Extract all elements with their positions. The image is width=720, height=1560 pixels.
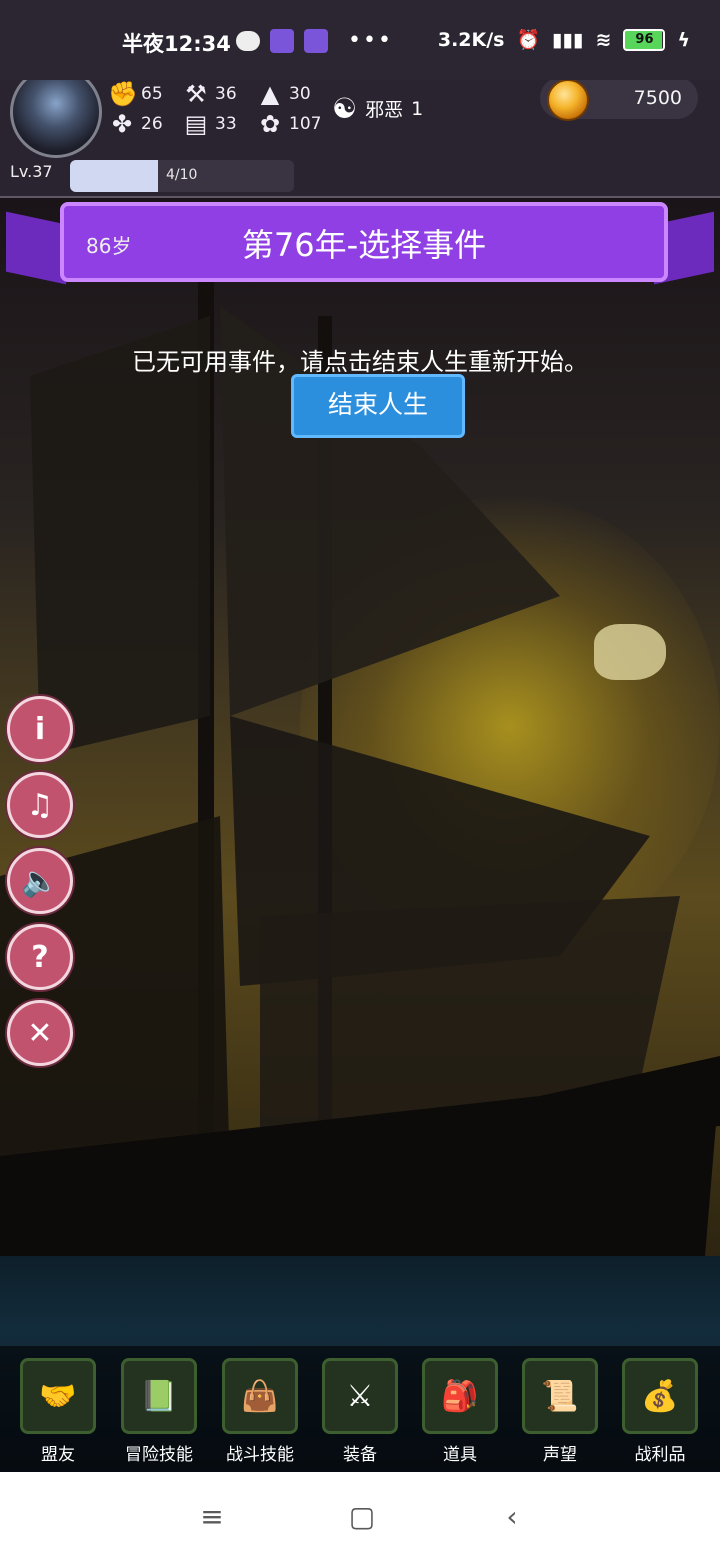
- yin-yang-icon: ☯: [332, 92, 358, 125]
- dock-item-equipment[interactable]: ⚔ 装备: [313, 1358, 407, 1465]
- status-bar: 半夜12:34 ••• 3.2K/s ⏰ ▮▮▮ ≋ 96 ϟ: [0, 0, 720, 80]
- dock-item-allies[interactable]: 🤝 盟友: [11, 1358, 105, 1465]
- alignment-value: 1: [411, 97, 424, 120]
- alignment: ☯ 邪恶 1: [332, 92, 423, 125]
- dock-item-reputation[interactable]: 📜 声望: [513, 1358, 607, 1465]
- dock-item-combat-skills[interactable]: 👜 战斗技能: [213, 1358, 307, 1465]
- wechat-icon: [236, 30, 260, 51]
- crossed-swords-icon: ⚔: [322, 1358, 398, 1434]
- dock-label: 盟友: [41, 1445, 75, 1465]
- stat-charm: ▤ 33: [182, 110, 237, 138]
- status-time: 半夜12:34: [122, 32, 231, 56]
- stat-strength-value: 65: [141, 84, 163, 104]
- ribbon-left: [6, 211, 66, 285]
- status-right: 3.2K/s ⏰ ▮▮▮ ≋ 96 ϟ: [438, 28, 690, 51]
- stat-intelligence: ⚒ 36: [182, 80, 237, 108]
- dock-item-loot[interactable]: 💰 战利品: [613, 1358, 707, 1465]
- stat-wisdom-value: 107: [289, 114, 322, 134]
- stat-magic-value: 30: [289, 84, 311, 104]
- music-note-icon: ♫: [26, 787, 54, 823]
- stat-wisdom: ✿ 107: [256, 110, 322, 138]
- more-dots-icon: •••: [348, 28, 393, 53]
- gold-coin-icon: [547, 79, 589, 121]
- coin-value: 7500: [633, 87, 682, 109]
- lotus-icon: ✿: [259, 110, 281, 138]
- xp-progress-bar: 4/10: [70, 160, 294, 192]
- dock-item-items[interactable]: 🎒 道具: [413, 1358, 507, 1465]
- no-events-message: 已无可用事件，请点击结束人生重新开始。: [132, 348, 588, 376]
- stat-charm-value: 33: [215, 114, 237, 134]
- dock-label: 装备: [343, 1445, 377, 1465]
- stat-intelligence-value: 36: [215, 84, 237, 104]
- wifi-icon: ≋: [595, 28, 612, 51]
- alarm-icon: ⏰: [516, 29, 541, 51]
- clover-icon: ✤: [111, 110, 133, 138]
- battery-icon: 96: [623, 28, 666, 51]
- app-notification-icon-2: [304, 28, 328, 53]
- hammer-icon: ⚒: [185, 80, 207, 108]
- stat-luck-value: 26: [141, 114, 163, 134]
- xp-fill: [70, 160, 158, 192]
- spellbook-icon: 📗: [121, 1358, 197, 1434]
- coin-balance: 7500: [540, 77, 698, 121]
- music-button[interactable]: ♫: [7, 772, 73, 838]
- charging-icon: ϟ: [677, 28, 690, 51]
- question-icon: ?: [31, 939, 49, 975]
- help-button[interactable]: ?: [7, 924, 73, 990]
- player-header: ✊ 65 ✤ 26 ⚒ 36 ▤ 33 ▲ 30 ✿ 107 ☯ 邪恶 1 75…: [0, 60, 720, 198]
- dock-label: 声望: [543, 1445, 577, 1465]
- fist-icon: ✊: [108, 80, 138, 108]
- menu-nav-button[interactable]: ≡: [192, 1502, 232, 1532]
- speaker-icon: 🔈: [21, 863, 59, 899]
- parchment-icon: 📜: [522, 1358, 598, 1434]
- signal-icon: ▮▮▮: [552, 28, 584, 51]
- home-nav-button[interactable]: ▢: [342, 1502, 382, 1532]
- stat-luck: ✤ 26: [108, 110, 163, 138]
- status-left-icons: •••: [236, 28, 393, 53]
- wizard-hat-icon: ▲: [260, 80, 280, 108]
- info-button[interactable]: i: [7, 696, 73, 762]
- battery-level: 96: [635, 31, 654, 47]
- dock-label: 道具: [443, 1445, 477, 1465]
- back-nav-button[interactable]: ‹: [492, 1502, 532, 1532]
- handshake-icon: 🤝: [20, 1358, 96, 1434]
- dock-label: 冒险技能: [125, 1445, 193, 1465]
- bottom-dock: 🤝 盟友 📗 冒险技能 👜 战斗技能 ⚔ 装备 🎒 道具 📜 声望 💰 战利品: [0, 1346, 720, 1472]
- pouch-icon: 🎒: [422, 1358, 498, 1434]
- end-life-button[interactable]: 结束人生: [291, 374, 465, 438]
- network-speed: 3.2K/s: [437, 28, 505, 51]
- dock-item-adventure-skills[interactable]: 📗 冒险技能: [112, 1358, 206, 1465]
- alignment-label: 邪恶: [365, 99, 404, 121]
- close-button[interactable]: ✕: [7, 1000, 73, 1066]
- stat-strength: ✊ 65: [108, 80, 163, 108]
- scroll-icon: ▤: [184, 110, 208, 138]
- stat-magic: ▲ 30: [256, 80, 311, 108]
- close-icon: ✕: [27, 1015, 53, 1051]
- banner-title: 第76年-选择事件: [241, 226, 487, 264]
- level-label: Lv.37: [10, 162, 53, 181]
- year-banner: 86岁 第76年-选择事件: [60, 202, 668, 282]
- dock-label: 战利品: [634, 1445, 686, 1465]
- dock-label: 战斗技能: [226, 1445, 294, 1465]
- app-notification-icon: [270, 28, 294, 53]
- info-icon: i: [34, 711, 46, 747]
- sound-button[interactable]: 🔈: [7, 848, 73, 914]
- xp-text: 4/10: [166, 167, 198, 183]
- satchel-icon: 👜: [222, 1358, 298, 1434]
- system-nav-bar: ≡ ▢ ‹: [0, 1472, 720, 1560]
- treasure-chest-icon: 💰: [622, 1358, 698, 1434]
